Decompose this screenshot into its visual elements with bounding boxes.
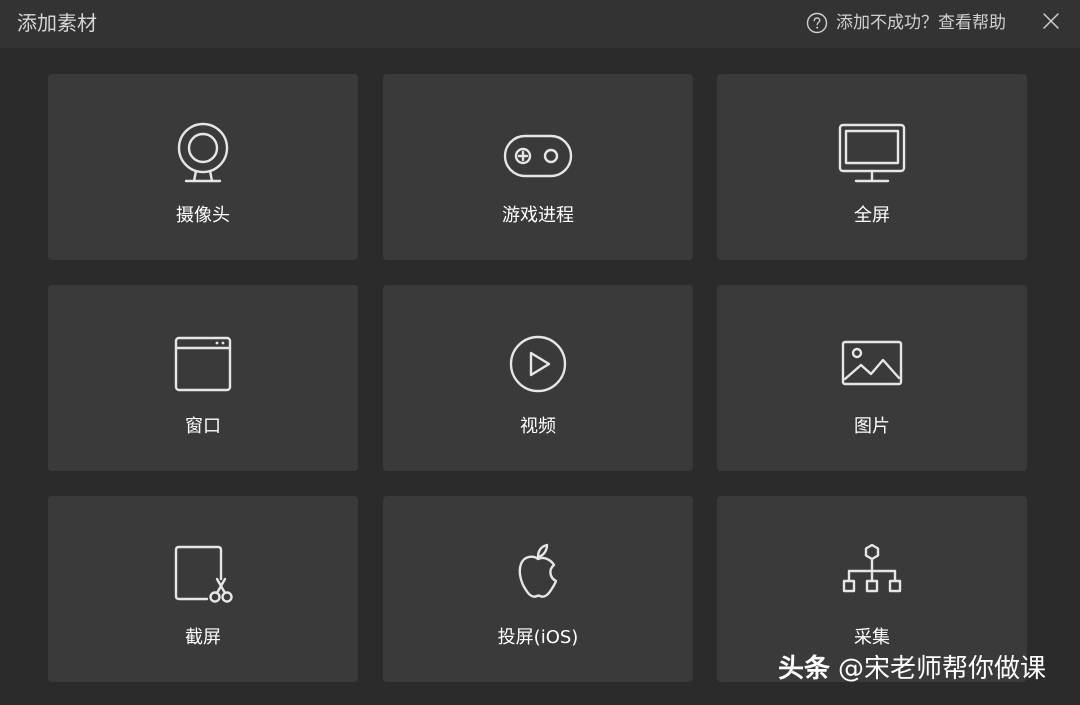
source-label: 采集 xyxy=(854,627,890,648)
image-icon xyxy=(834,328,910,404)
close-icon xyxy=(1040,10,1062,32)
source-tile-camera[interactable]: 摄像头 xyxy=(48,74,358,260)
watermark: 头条 @宋老师帮你做课 xyxy=(778,652,1046,686)
source-tile-ios-cast[interactable]: 投屏(iOS) xyxy=(383,496,693,682)
titlebar: 添加素材 添加不成功？查看帮助 xyxy=(0,0,1080,48)
watermark-handle: @宋老师帮你做课 xyxy=(838,654,1047,684)
close-button[interactable] xyxy=(1040,10,1062,32)
play-circle-icon xyxy=(500,328,576,404)
monitor-icon xyxy=(834,117,910,193)
source-tile-fullscreen[interactable]: 全屏 xyxy=(717,74,1027,260)
source-label: 摄像头 xyxy=(176,205,230,226)
source-tile-image[interactable]: 图片 xyxy=(717,285,1027,471)
screenshot-scissors-icon xyxy=(165,539,241,615)
source-label: 图片 xyxy=(854,416,890,437)
source-tile-screenshot[interactable]: 截屏 xyxy=(48,496,358,682)
help-link-text: 添加不成功？查看帮助 xyxy=(836,13,1006,33)
watermark-brand: 头条 xyxy=(778,654,831,684)
dialog-title: 添加素材 xyxy=(17,11,97,35)
source-tile-window[interactable]: 窗口 xyxy=(48,285,358,471)
source-label: 窗口 xyxy=(185,416,221,437)
source-label: 全屏 xyxy=(854,205,890,226)
webcam-icon xyxy=(165,117,241,193)
source-tile-game-process[interactable]: 游戏进程 xyxy=(383,74,693,260)
network-tree-icon xyxy=(834,539,910,615)
question-circle-icon xyxy=(806,12,828,34)
add-material-dialog: 添加素材 添加不成功？查看帮助 摄像头 游戏进程 全屏 窗口 视频 图片 截屏 … xyxy=(0,0,1080,705)
source-label: 游戏进程 xyxy=(502,205,574,226)
help-link[interactable]: 添加不成功？查看帮助 xyxy=(806,11,1006,35)
gamepad-icon xyxy=(500,117,576,193)
window-icon xyxy=(165,328,241,404)
source-label: 视频 xyxy=(520,416,556,437)
source-label: 投屏(iOS) xyxy=(497,627,579,648)
apple-icon xyxy=(500,539,576,615)
source-tile-video[interactable]: 视频 xyxy=(383,285,693,471)
source-label: 截屏 xyxy=(185,627,221,648)
